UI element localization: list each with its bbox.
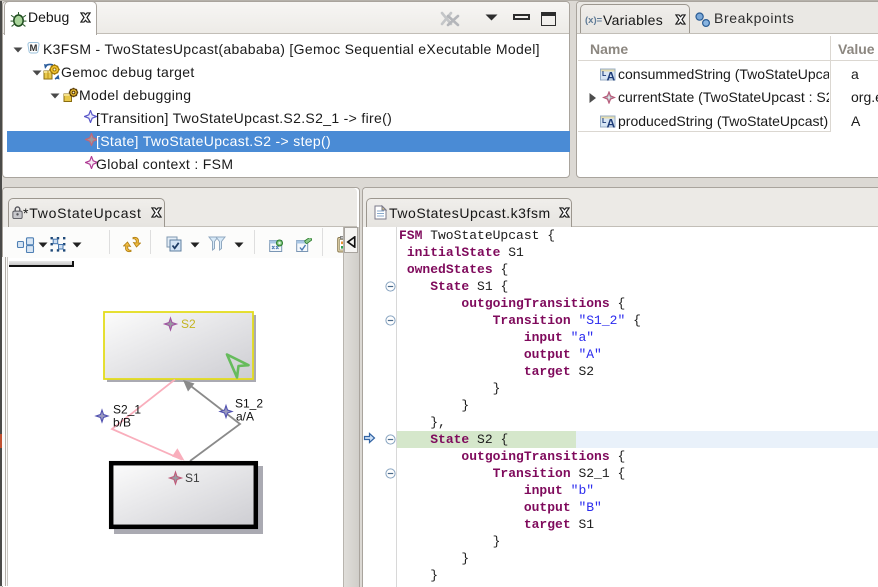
svg-text:S2: S2 (181, 317, 196, 331)
svg-text:S1_2: S1_2 (235, 397, 263, 411)
svg-text:b/B: b/B (113, 416, 131, 430)
svg-text:M: M (30, 43, 38, 54)
svg-text:S1: S1 (185, 471, 200, 485)
svg-text:A: A (607, 70, 616, 82)
svg-text:A: A (607, 117, 616, 129)
svg-text:a/A: a/A (236, 410, 254, 424)
svg-text:S2_1: S2_1 (113, 403, 141, 417)
